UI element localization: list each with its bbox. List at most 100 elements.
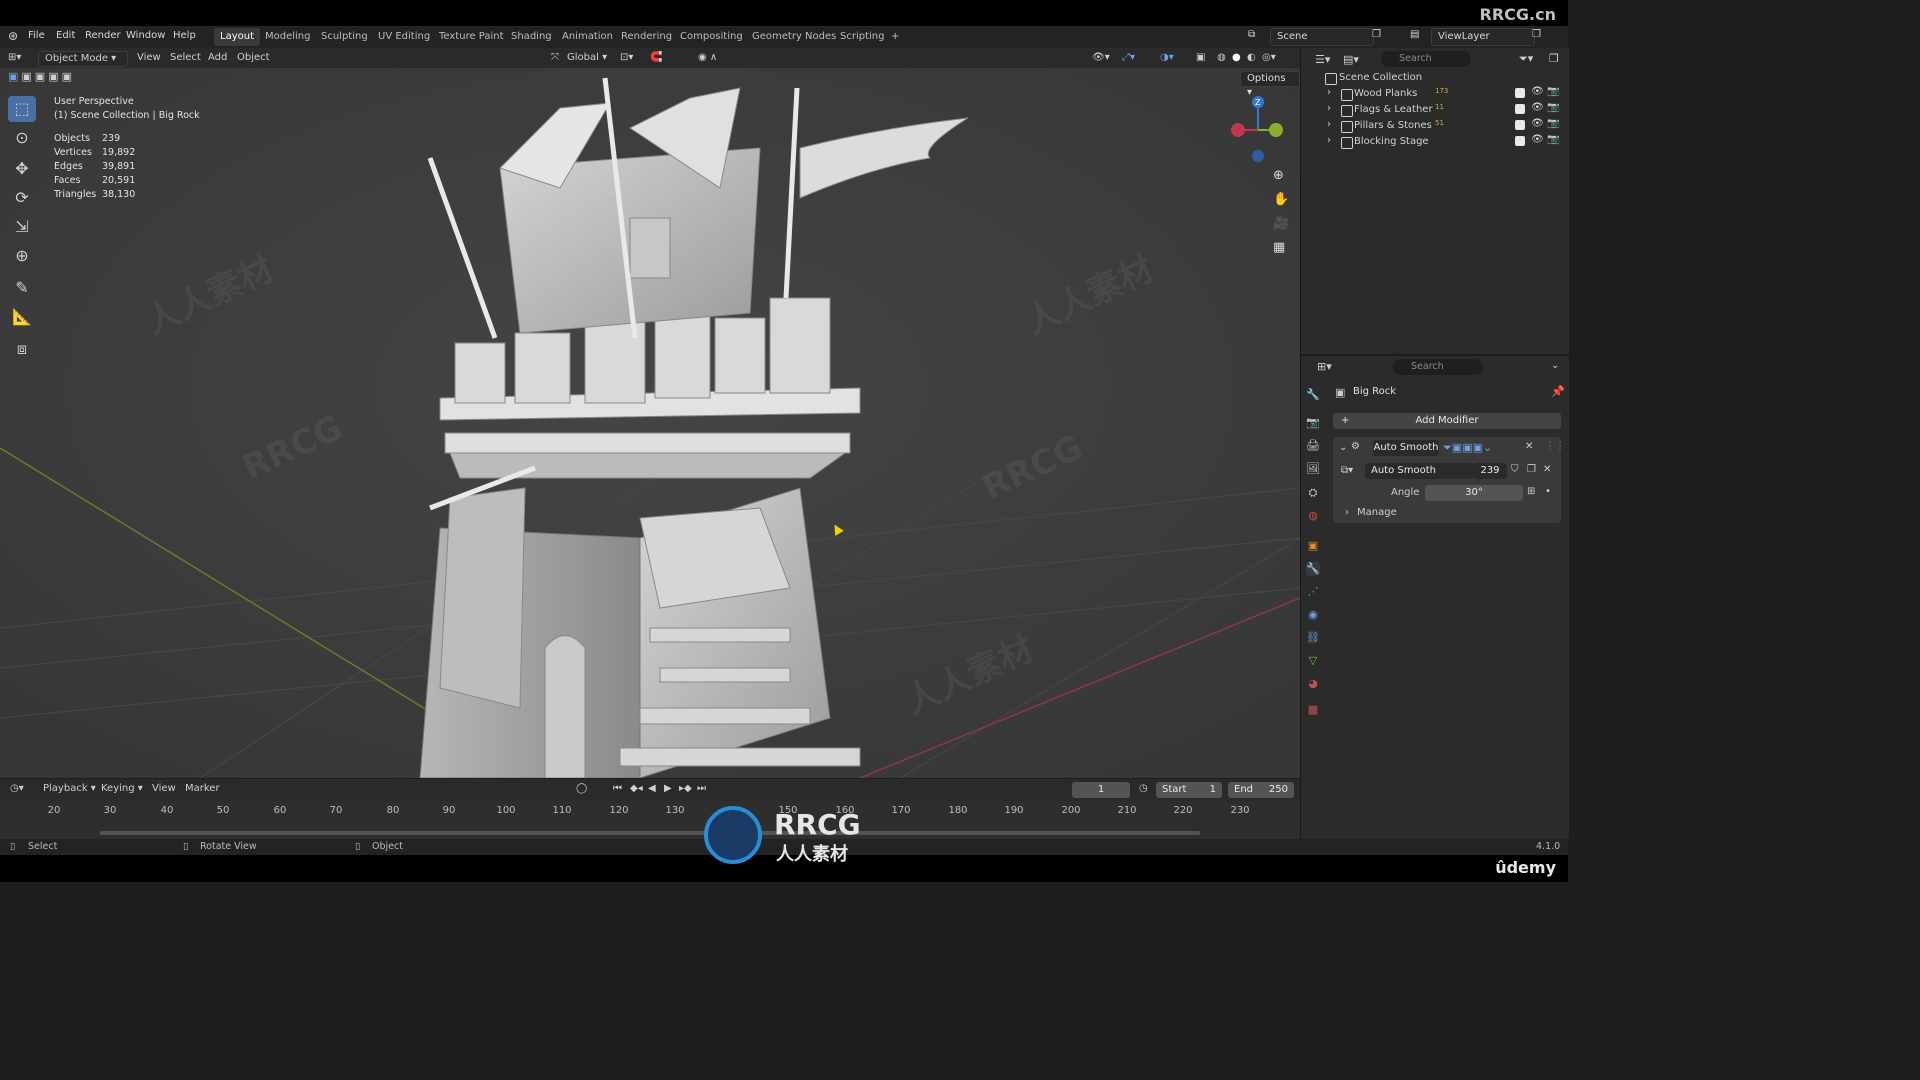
- unlink-icon[interactable]: ✕: [1543, 464, 1551, 475]
- move-tool-icon[interactable]: ✥: [8, 156, 36, 182]
- menu-add[interactable]: Add: [208, 51, 227, 65]
- tab-compositing[interactable]: Compositing: [674, 28, 749, 46]
- gizmo-toggle-icon[interactable]: ⤢▾: [1122, 51, 1135, 65]
- tool-tab-icon[interactable]: 🔧: [1306, 388, 1320, 402]
- collapse-chevron-icon[interactable]: ⌄: [1339, 442, 1347, 453]
- measure-tool-icon[interactable]: 📐: [8, 304, 36, 330]
- blender-logo-icon[interactable]: ⊛: [8, 29, 18, 43]
- exclude-checkbox[interactable]: [1515, 136, 1525, 146]
- manage-chevron-icon[interactable]: ›: [1345, 507, 1349, 518]
- menu-select[interactable]: Select: [170, 51, 201, 65]
- new-scene-icon[interactable]: ❐: [1372, 29, 1381, 40]
- annotate-tool-icon[interactable]: ✎: [8, 275, 36, 301]
- snap-icon[interactable]: 🧲: [650, 51, 662, 65]
- tab-geometry-nodes[interactable]: Geometry Nodes: [746, 28, 842, 46]
- view-layer-field[interactable]: ViewLayer: [1431, 28, 1535, 46]
- world-tab-icon[interactable]: ◍: [1306, 509, 1320, 523]
- tab-sculpting[interactable]: Sculpting: [315, 28, 374, 46]
- add-modifier-button[interactable]: + Add Modifier: [1333, 413, 1561, 429]
- exclude-checkbox[interactable]: [1515, 104, 1525, 114]
- menu-object[interactable]: Object: [237, 51, 270, 65]
- shading-solid-icon[interactable]: ●: [1232, 51, 1241, 65]
- editor-type-icon[interactable]: ⊞▾: [8, 51, 21, 65]
- options-dropdown[interactable]: Options ▾: [1240, 71, 1300, 98]
- menu-edit[interactable]: Edit: [56, 30, 75, 41]
- new-collection-icon[interactable]: ❐: [1549, 52, 1559, 65]
- proportional-edit-icon[interactable]: ◉ ∧: [698, 51, 717, 65]
- tab-shading[interactable]: Shading: [505, 28, 558, 46]
- menu-view[interactable]: View: [137, 51, 161, 65]
- tab-scripting[interactable]: Scripting: [834, 28, 890, 46]
- navigation-gizmo[interactable]: Z: [1224, 92, 1284, 162]
- outliner-collection-row[interactable]: › Blocking Stage 👁 📷: [1301, 134, 1569, 150]
- expand-chevron-icon[interactable]: ›: [1327, 87, 1331, 98]
- next-keyframe-icon[interactable]: ▸◆: [679, 782, 692, 796]
- pivot-icon[interactable]: ⊡▾: [620, 51, 633, 65]
- eye-icon[interactable]: 👁: [1531, 86, 1544, 97]
- current-frame-field[interactable]: 1: [1072, 782, 1130, 798]
- transform-orientation-dropdown[interactable]: Global ▾: [567, 51, 607, 65]
- tab-rendering[interactable]: Rendering: [615, 28, 678, 46]
- render-camera-icon[interactable]: 📷: [1547, 118, 1559, 129]
- auto-key-icon[interactable]: ◯: [576, 782, 587, 796]
- timeline-scrollbar[interactable]: [100, 831, 1200, 835]
- drag-handle-icon[interactable]: ⋮⋮: [1545, 441, 1565, 452]
- exclude-checkbox[interactable]: [1515, 88, 1525, 98]
- outliner-collection-row[interactable]: › Wood Planks 173 👁 📷: [1301, 86, 1569, 102]
- object-tab-icon[interactable]: ▣: [1306, 539, 1320, 553]
- visibility-icon[interactable]: 👁▾: [1092, 51, 1110, 65]
- scene-collection-row[interactable]: Scene Collection: [1301, 70, 1569, 86]
- shading-wireframe-icon[interactable]: ◍: [1217, 51, 1226, 65]
- eye-icon[interactable]: 👁: [1531, 134, 1544, 145]
- modifier-tab-icon[interactable]: 🔧: [1306, 562, 1320, 576]
- view-layer-tab-icon[interactable]: 🖼: [1306, 462, 1320, 476]
- display-mode-icon[interactable]: ▤▾: [1343, 53, 1359, 66]
- pin-icon[interactable]: 📌: [1551, 385, 1565, 398]
- modifier-toggle-icons[interactable]: ⏷▣▣▣⌄: [1443, 441, 1492, 455]
- data-tab-icon[interactable]: ▽: [1306, 654, 1320, 668]
- xray-icon[interactable]: ▣: [1196, 51, 1205, 65]
- constraints-tab-icon[interactable]: ⛓: [1306, 631, 1320, 645]
- attribute-toggle-icon[interactable]: ⊞: [1527, 486, 1535, 497]
- view-layer-icon[interactable]: ▤: [1410, 29, 1419, 40]
- play-reverse-icon[interactable]: ◀: [648, 782, 656, 796]
- menu-playback[interactable]: Playback ▾: [43, 782, 96, 796]
- transform-tool-icon[interactable]: ⊕: [8, 243, 36, 269]
- menu-keying[interactable]: Keying ▾: [101, 782, 143, 796]
- scene-tab-icon[interactable]: ⛭: [1306, 486, 1320, 500]
- exclude-checkbox[interactable]: [1515, 120, 1525, 130]
- expand-chevron-icon[interactable]: ›: [1327, 135, 1331, 146]
- ortho-grid-icon[interactable]: ▦: [1273, 240, 1285, 255]
- pan-hand-icon[interactable]: ✋: [1273, 192, 1289, 207]
- select-box-tool-icon[interactable]: ⬚: [8, 96, 36, 122]
- tab-texture-paint[interactable]: Texture Paint: [433, 28, 510, 46]
- tab-modeling[interactable]: Modeling: [259, 28, 317, 46]
- rotate-tool-icon[interactable]: ⟳: [8, 185, 36, 211]
- outliner-collection-row[interactable]: › Flags & Leather 11 👁 📷: [1301, 102, 1569, 118]
- render-camera-icon[interactable]: 📷: [1547, 134, 1559, 145]
- scale-tool-icon[interactable]: ⇲: [8, 214, 36, 240]
- add-workspace-button[interactable]: +: [885, 28, 905, 46]
- duplicate-icon[interactable]: ❐: [1527, 464, 1536, 475]
- menu-marker[interactable]: Marker: [185, 782, 220, 796]
- add-cube-tool-icon[interactable]: ⧈: [8, 336, 36, 362]
- node-group-icon[interactable]: ⧉▾: [1341, 465, 1353, 476]
- scene-field[interactable]: Scene: [1270, 28, 1374, 46]
- zoom-icon[interactable]: ⊕: [1273, 168, 1284, 183]
- menu-help[interactable]: Help: [173, 30, 196, 41]
- expand-chevron-icon[interactable]: ›: [1327, 103, 1331, 114]
- cursor-tool-icon[interactable]: ⊙: [8, 125, 36, 151]
- camera-view-icon[interactable]: 🎥: [1273, 216, 1289, 231]
- physics-tab-icon[interactable]: ◉: [1306, 608, 1320, 622]
- output-tab-icon[interactable]: 🖨: [1306, 439, 1320, 453]
- remove-modifier-icon[interactable]: ✕: [1525, 441, 1533, 452]
- eye-icon[interactable]: 👁: [1531, 118, 1544, 129]
- node-group-users[interactable]: 239: [1473, 463, 1507, 479]
- shading-material-icon[interactable]: ◐: [1247, 51, 1256, 65]
- render-camera-icon[interactable]: 📷: [1547, 86, 1559, 97]
- tab-layout[interactable]: Layout: [214, 28, 260, 46]
- menu-render[interactable]: Render: [85, 30, 121, 41]
- menu-window[interactable]: Window: [126, 30, 165, 41]
- menu-file[interactable]: File: [28, 30, 45, 41]
- fake-user-icon[interactable]: ⛉: [1511, 464, 1519, 475]
